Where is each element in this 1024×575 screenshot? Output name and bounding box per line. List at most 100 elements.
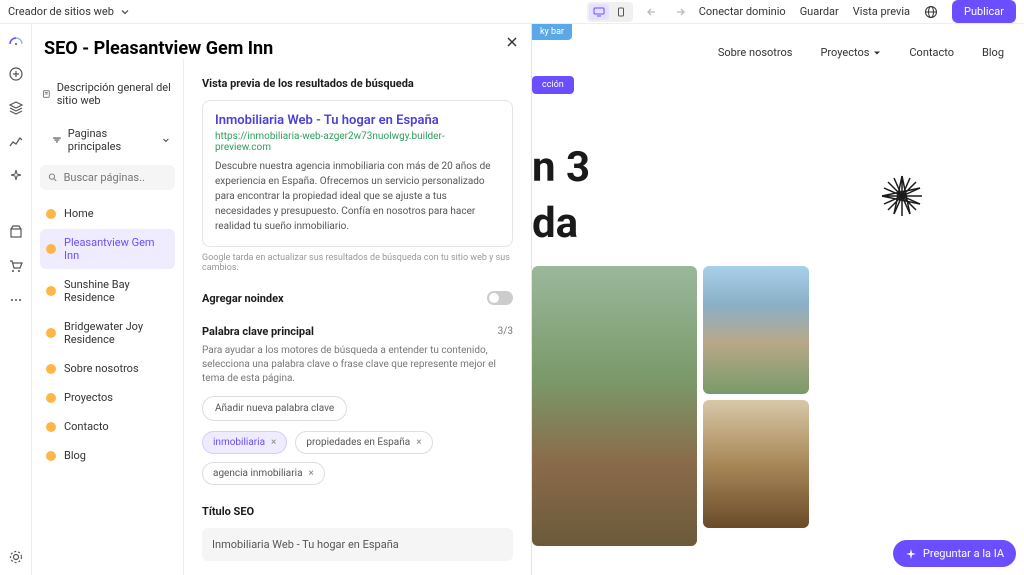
status-dot-icon [46,364,56,374]
chip-remove-icon[interactable]: × [416,437,421,448]
seo-title-label: Título SEO [202,505,513,518]
nav-label: Proyectos [820,46,869,59]
main-pages-label: Paginas principales [68,127,161,153]
mobile-view-button[interactable] [611,4,631,20]
globe-icon[interactable] [924,5,938,19]
site-overview-link[interactable]: Descripción general del sitio web [40,77,175,111]
filter-icon [52,135,62,145]
desktop-icon [593,7,605,17]
redo-icon[interactable] [673,6,685,18]
keyword-chip-inmobiliaria[interactable]: inmobiliaria × [202,431,287,454]
sticky-bar-badge: ky bar [532,24,572,40]
status-dot-icon [46,244,56,254]
close-icon [505,35,519,49]
chip-label: agencia inmobiliaria [213,468,303,479]
noindex-toggle[interactable] [487,291,513,305]
close-panel-button[interactable] [505,34,519,53]
undo-icon[interactable] [647,6,659,18]
ai-sparkle-icon[interactable] [8,168,24,184]
status-dot-icon [46,286,56,296]
status-dot-icon [46,422,56,432]
chevron-down-icon [120,7,130,17]
add-keyword-button[interactable]: Añadir nueva palabra clave [202,396,347,421]
sparkle-icon [905,548,917,560]
search-input[interactable] [64,171,167,184]
page-item-blog[interactable]: Blog [40,442,175,469]
nav-about[interactable]: Sobre nosotros [718,46,793,59]
site-nav: Sobre nosotros Proyectos Contacto Blog [718,46,1004,59]
nav-projects[interactable]: Proyectos [820,46,881,59]
add-icon[interactable] [8,66,24,82]
page-label: Home [64,207,94,220]
section-badge: cción [532,76,574,94]
hero-title: n 3 da [532,144,590,249]
serp-note: Google tarda en actualizar sus resultado… [202,253,513,273]
chip-label: inmobiliaria [213,437,265,448]
gallery-image-large[interactable] [532,266,697,546]
save-link[interactable]: Guardar [800,5,839,18]
seo-title-input[interactable]: Inmobiliaria Web - Tu hogar en España [202,528,513,561]
store-icon[interactable] [8,224,24,240]
page-label: Bridgewater Joy Residence [64,320,169,346]
desktop-view-button[interactable] [589,4,609,20]
page-label: Sobre nosotros [64,362,139,375]
settings-icon[interactable] [8,549,24,565]
page-item-pleasantview[interactable]: Pleasantview Gem Inn [40,229,175,269]
connect-domain-link[interactable]: Conectar dominio [699,5,786,18]
seo-panel-title: SEO - Pleasantview Gem Inn [44,38,519,59]
nav-blog[interactable]: Blog [982,46,1004,59]
page-label: Contacto [64,420,109,433]
serp-url: https://inmobiliaria-web-azger2w73nuolwg… [215,131,500,153]
cart-icon[interactable] [8,258,24,274]
ai-assistant-button[interactable]: Preguntar a la IA [893,540,1016,567]
gallery-image-small-1[interactable] [703,266,809,394]
chevron-down-icon [161,135,171,145]
website-canvas[interactable]: ky bar cción Sobre nosotros Proyectos Co… [532,24,1024,575]
keyword-label: Palabra clave principal [202,325,314,338]
brand-label: Creador de sitios web [8,5,114,18]
keyword-counter: 3/3 [498,326,513,337]
page-item-home[interactable]: Home [40,200,175,227]
chip-remove-icon[interactable]: × [271,437,276,448]
icon-rail [0,24,32,575]
status-dot-icon [46,451,56,461]
sunburst-icon [880,174,924,218]
brand-dropdown[interactable]: Creador de sitios web [8,5,130,18]
serp-title: Inmobiliaria Web - Tu hogar en España [215,113,500,128]
nav-contact[interactable]: Contacto [909,46,954,59]
page-item-contact[interactable]: Contacto [40,413,175,440]
status-dot-icon [46,393,56,403]
status-dot-icon [46,328,56,338]
serp-preview-card: Inmobiliaria Web - Tu hogar en España ht… [202,100,513,247]
page-label: Blog [64,449,86,462]
layers-icon[interactable] [8,100,24,116]
analytics-icon[interactable] [8,134,24,150]
serp-description: Descubre nuestra agencia inmobiliaria co… [215,159,500,234]
image-gallery [532,266,809,546]
device-toggle [587,2,633,22]
document-icon [42,88,51,100]
chip-remove-icon[interactable]: × [309,468,314,479]
preview-link[interactable]: Vista previa [853,5,910,18]
gauge-icon[interactable] [8,32,24,48]
publish-button[interactable]: Publicar [952,0,1016,23]
page-label: Pleasantview Gem Inn [64,236,169,262]
more-icon[interactable] [8,292,24,308]
status-dot-icon [46,209,56,219]
caret-down-icon [873,49,881,57]
noindex-label: Agregar noindex [202,292,284,305]
page-item-projects[interactable]: Proyectos [40,384,175,411]
page-item-bridgewater[interactable]: Bridgewater Joy Residence [40,313,175,353]
ai-fab-label: Preguntar a la IA [923,547,1004,560]
keyword-help-text: Para ayudar a los motores de búsqueda a … [202,344,513,386]
gallery-image-small-2[interactable] [703,400,809,528]
page-item-sunshine[interactable]: Sunshine Bay Residence [40,271,175,311]
page-item-about[interactable]: Sobre nosotros [40,355,175,382]
keyword-chip-agencia[interactable]: agencia inmobiliaria × [202,462,325,485]
main-pages-toggle[interactable]: Paginas principales [40,121,175,159]
hero-line2: da [532,200,590,248]
mobile-icon [617,7,625,17]
chip-label: propiedades en España [306,437,410,448]
search-pages-box[interactable] [40,165,175,190]
keyword-chip-propiedades[interactable]: propiedades en España × [295,431,432,454]
